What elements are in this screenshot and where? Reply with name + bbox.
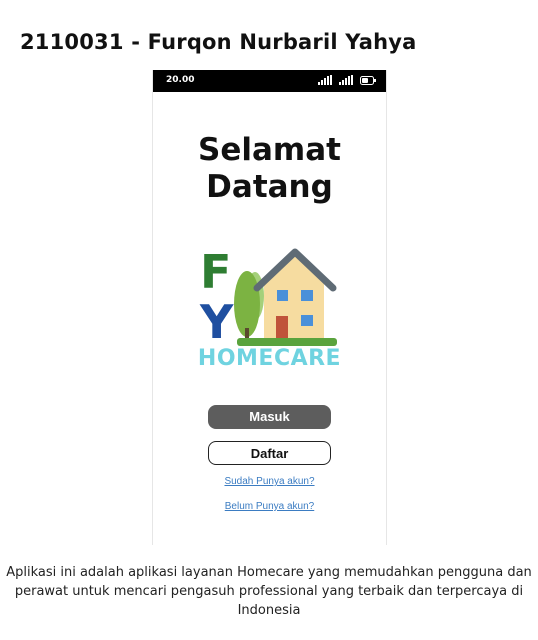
status-time: 20.00 [166, 75, 195, 85]
page-heading: 2110031 - Furqon Nurbaril Yahya [20, 30, 417, 54]
app-description: Aplikasi ini adalah aplikasi layanan Hom… [0, 563, 538, 620]
register-button[interactable]: Daftar [208, 441, 331, 465]
window-bottom-right [301, 315, 313, 326]
phone-screen: 20.00 Selamat Datang F Y HOMECARE Masuk … [152, 70, 387, 545]
welcome-line-1: Selamat [198, 132, 341, 168]
login-button[interactable]: Masuk [208, 405, 331, 429]
window-top-left [277, 290, 288, 301]
signal-icon [339, 75, 353, 85]
welcome-line-2: Datang [206, 169, 333, 205]
caption-line: Indonesia [237, 603, 301, 618]
status-bar: 20.00 [153, 70, 386, 92]
logo-letter-f: F [200, 245, 231, 299]
caption-line: perawat untuk mencari pengasuh professio… [14, 584, 524, 599]
caption-line: Aplikasi ini adalah aplikasi layanan Hom… [6, 565, 532, 580]
grass [237, 338, 337, 346]
tree-front [234, 271, 260, 337]
has-account-link[interactable]: Sudah Punya akun? [153, 476, 386, 487]
battery-icon [360, 75, 376, 85]
window-top-right [301, 290, 313, 301]
signal-icon [318, 75, 332, 85]
status-icons [318, 75, 376, 85]
logo-letter-y: Y [199, 295, 234, 349]
logo-brand-text: HOMECARE [197, 346, 342, 371]
welcome-title: Selamat Datang [153, 132, 386, 206]
no-account-link[interactable]: Belum Punya akun? [153, 501, 386, 512]
fy-homecare-logo: F Y [199, 245, 337, 349]
house-door [276, 316, 288, 338]
